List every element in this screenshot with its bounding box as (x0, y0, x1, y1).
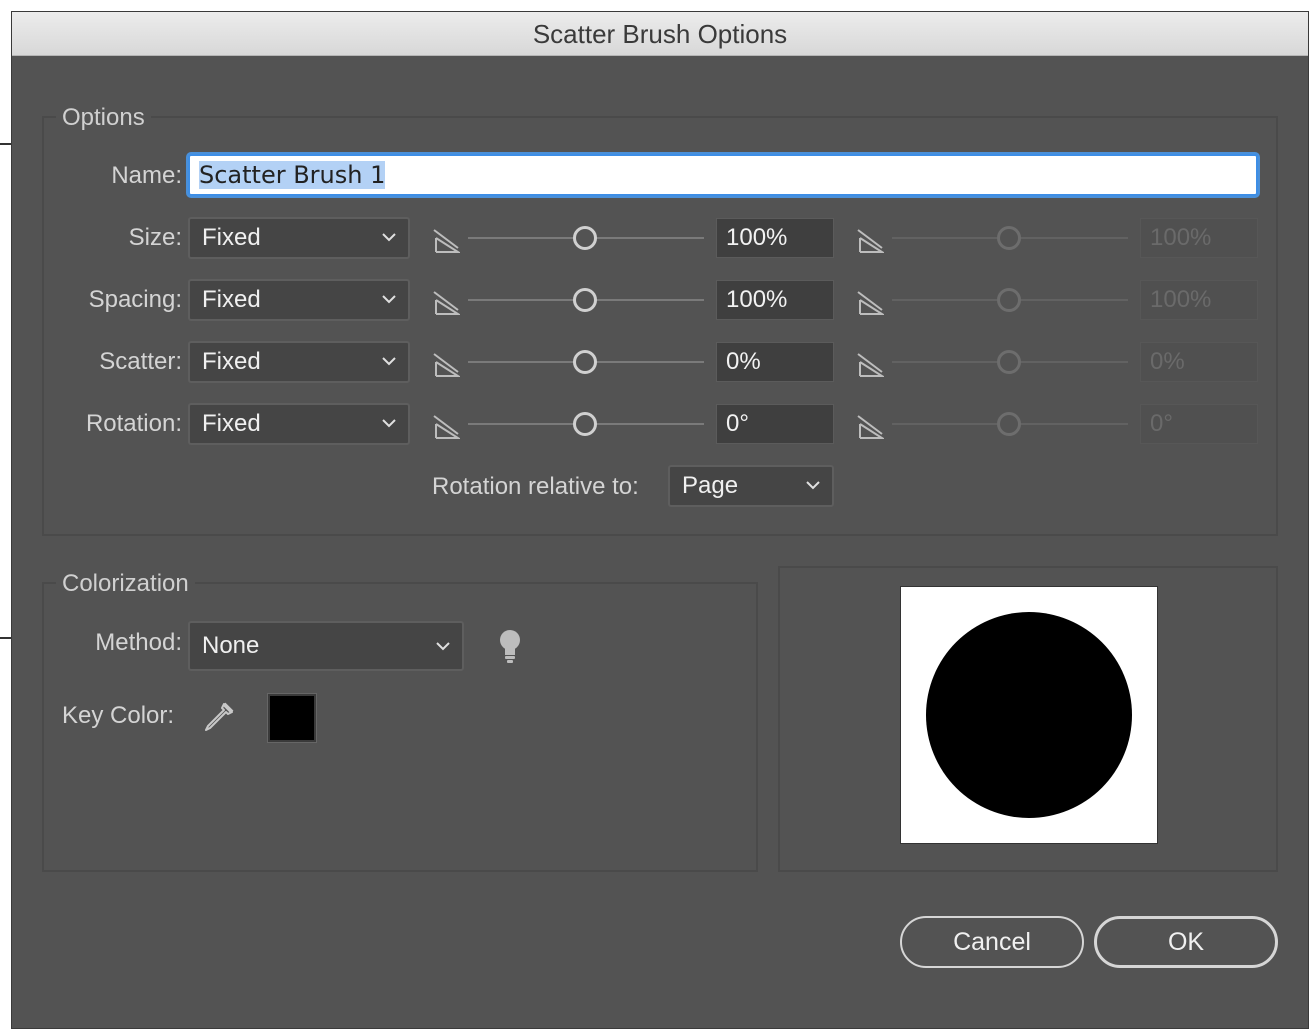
spacing-label: Spacing: (88, 286, 182, 313)
size-label: Size: (128, 224, 182, 251)
chevron-down-icon (382, 233, 396, 242)
brush-preview (900, 586, 1158, 844)
name-value: Scatter Brush 1 (199, 161, 386, 189)
size-max-value-field: 100% (1140, 218, 1258, 258)
chevron-down-icon (382, 357, 396, 366)
variation-icon (433, 353, 460, 377)
chevron-down-icon (382, 295, 396, 304)
spacing-max-slider-knob (997, 288, 1021, 312)
variation-icon (857, 353, 884, 377)
rotation-max-value-field: 0° (1140, 404, 1258, 444)
cancel-button[interactable]: Cancel (900, 916, 1084, 968)
variation-icon (433, 291, 460, 315)
size-slider-knob[interactable] (573, 226, 597, 250)
scatter-max-slider-knob (997, 350, 1021, 374)
size-mode-select[interactable]: Fixed (188, 217, 410, 259)
method-label: Method: (95, 629, 182, 656)
method-value: None (202, 632, 260, 659)
rotation-mode-select[interactable]: Fixed (188, 403, 410, 445)
rotation-max-slider-knob (997, 412, 1021, 436)
scatter-max-value-field: 0% (1140, 342, 1258, 382)
rotation-relative-select[interactable]: Page (668, 465, 834, 507)
rotation-label: Rotation: (85, 410, 182, 437)
chevron-down-icon (382, 419, 396, 428)
spacing-mode-value: Fixed (202, 286, 261, 313)
rotation-mode-value: Fixed (202, 410, 261, 437)
scatter-mode-select[interactable]: Fixed (188, 341, 410, 383)
name-field[interactable]: Scatter Brush 1 (188, 154, 1258, 196)
variation-icon (433, 415, 460, 439)
key-color-swatch[interactable] (268, 694, 316, 742)
rotation-slider-knob[interactable] (573, 412, 597, 436)
variation-icon (433, 229, 460, 253)
variation-icon (857, 291, 884, 315)
ok-button[interactable]: OK (1094, 916, 1278, 968)
size-max-slider-knob (997, 226, 1021, 250)
scatter-brush-options-dialog: Scatter Brush Options Options Name: Scat… (12, 12, 1308, 1028)
options-group-title: Options (56, 104, 151, 132)
name-label: Name: (111, 162, 182, 189)
chevron-down-icon (436, 642, 450, 651)
spacing-mode-select[interactable]: Fixed (188, 279, 410, 321)
variation-icon (857, 229, 884, 253)
spacing-max-value-field: 100% (1140, 280, 1258, 320)
window-title: Scatter Brush Options (12, 12, 1308, 56)
colorization-group-title: Colorization (56, 570, 195, 598)
scatter-label: Scatter: (99, 348, 182, 375)
method-select[interactable]: None (188, 621, 464, 671)
size-mode-value: Fixed (202, 224, 261, 251)
scatter-slider-knob[interactable] (573, 350, 597, 374)
spacing-value-field[interactable]: 100% (716, 280, 834, 320)
eyedropper-icon[interactable] (200, 700, 236, 736)
preview-circle-shape (926, 612, 1132, 818)
rotation-relative-value: Page (682, 472, 739, 499)
rotation-value-field[interactable]: 0° (716, 404, 834, 444)
scatter-value-field[interactable]: 0% (716, 342, 834, 382)
spacing-slider-knob[interactable] (573, 288, 597, 312)
background-edge-line (0, 637, 12, 639)
lightbulb-icon[interactable] (496, 628, 524, 664)
chevron-down-icon (806, 481, 820, 490)
variation-icon (857, 415, 884, 439)
rotation-relative-label: Rotation relative to: (432, 473, 639, 500)
size-value-field[interactable]: 100% (716, 218, 834, 258)
scatter-mode-value: Fixed (202, 348, 261, 375)
background-edge-line (0, 143, 12, 145)
key-color-label: Key Color: (62, 702, 175, 729)
